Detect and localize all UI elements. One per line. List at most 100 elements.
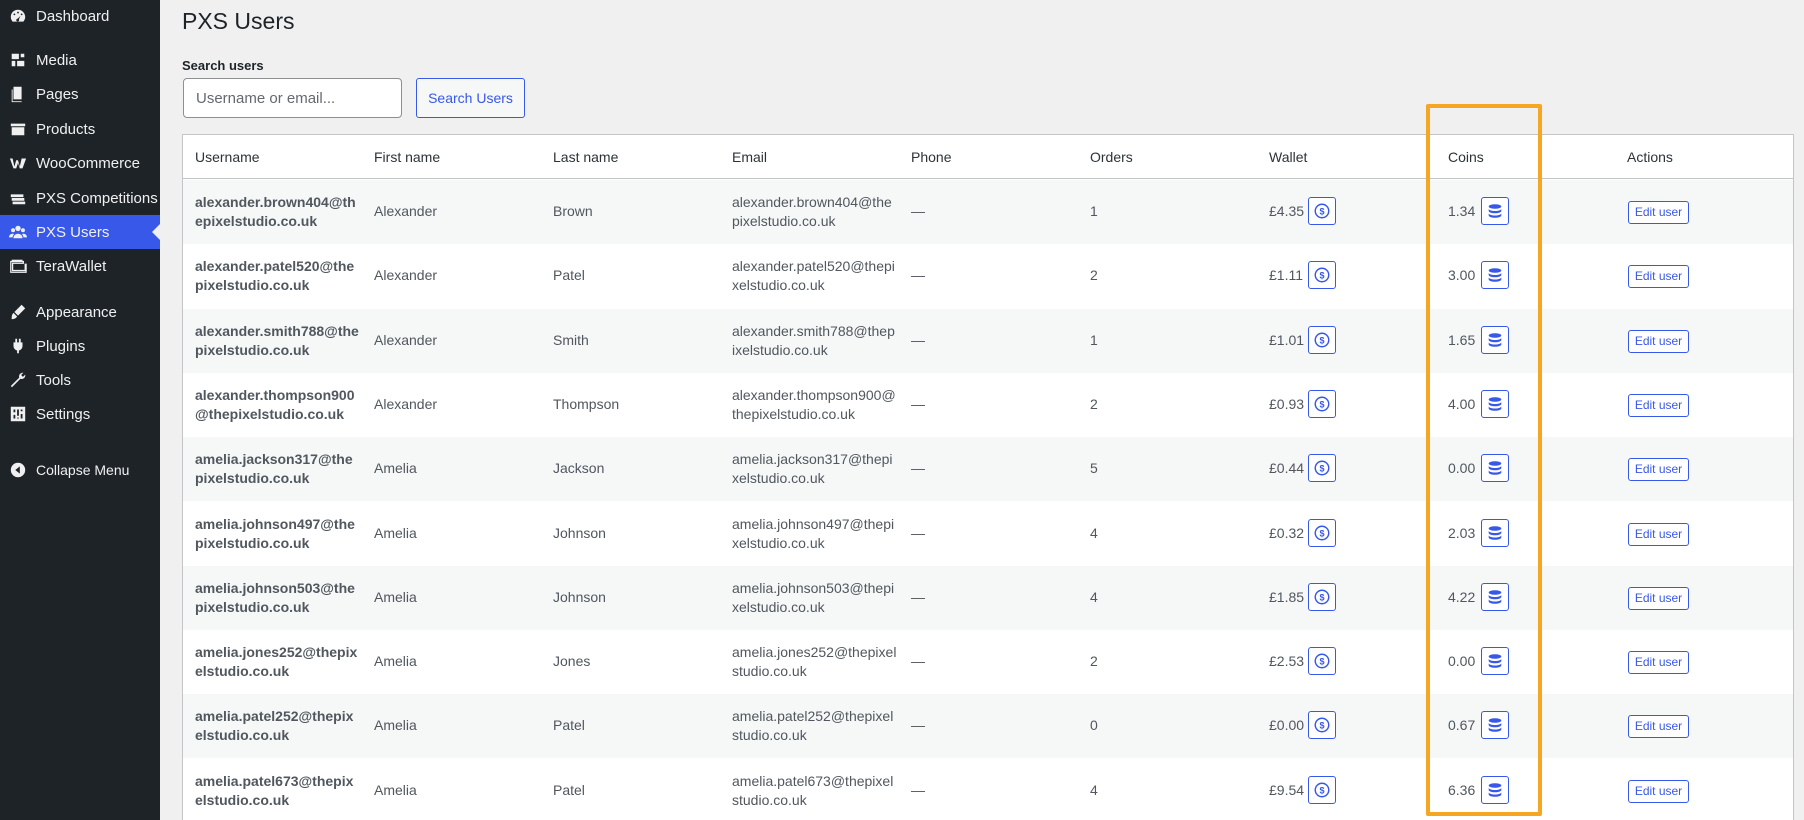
edit-user-button[interactable]: Edit user <box>1628 651 1689 675</box>
edit-user-button[interactable]: Edit user <box>1628 329 1689 353</box>
sidebar-item-appearance[interactable]: Appearance <box>0 295 160 329</box>
email-cell: amelia.jackson317@thepixelstudio.co.uk <box>732 451 893 487</box>
column-header-actions: Actions <box>1627 149 1673 165</box>
phone-cell: — <box>911 460 925 477</box>
wallet-adjust-button[interactable]: $ <box>1308 582 1336 611</box>
coins-adjust-button[interactable] <box>1481 325 1509 354</box>
column-header-orders[interactable]: Orders <box>1090 149 1133 165</box>
coins-cell: 0.00 <box>1448 653 1476 670</box>
coins-icon <box>1486 652 1504 670</box>
svg-text:$: $ <box>1319 785 1324 795</box>
settings-icon <box>0 405 36 423</box>
sidebar-item-pages[interactable]: Pages <box>0 77 160 111</box>
username-cell[interactable]: amelia.patel252@thepixelstudio.co.uk <box>195 707 360 745</box>
username-cell[interactable]: alexander.thompson900@thepixelstudio.co.… <box>195 386 360 424</box>
wallet-adjust-button[interactable]: $ <box>1308 325 1336 354</box>
coins-adjust-button[interactable] <box>1481 647 1509 676</box>
coins-cell: 0.00 <box>1448 460 1476 477</box>
username-cell[interactable]: amelia.patel673@thepixelstudio.co.uk <box>195 772 360 810</box>
svg-text:$: $ <box>1319 592 1324 602</box>
first-name-cell: Amelia <box>374 717 417 734</box>
username-cell[interactable]: amelia.jones252@thepixelstudio.co.uk <box>195 643 360 681</box>
coins-adjust-button[interactable] <box>1481 197 1509 225</box>
sidebar-item-media[interactable]: Media <box>0 43 160 77</box>
edit-user-button[interactable]: Edit user <box>1628 586 1689 610</box>
sidebar-item-terawallet[interactable]: TeraWallet <box>0 249 160 283</box>
edit-user-button[interactable]: Edit user <box>1628 715 1689 739</box>
last-name-cell: Thompson <box>553 395 620 412</box>
coins-adjust-button[interactable] <box>1481 261 1509 290</box>
coins-adjust-button[interactable] <box>1481 454 1509 483</box>
column-header-phone[interactable]: Phone <box>911 149 951 165</box>
column-header-username[interactable]: Username <box>195 149 260 165</box>
dashboard-icon <box>0 7 36 25</box>
edit-user-button[interactable]: Edit user <box>1628 779 1689 803</box>
wallet-icon: $ <box>1313 524 1331 542</box>
sidebar-item-plugins[interactable]: Plugins <box>0 329 160 363</box>
orders-cell: 2 <box>1090 395 1098 412</box>
first-name-cell: Alexander <box>374 203 438 219</box>
first-name-cell: Alexander <box>374 267 438 284</box>
column-header-last-name[interactable]: Last name <box>553 149 618 165</box>
wallet-adjust-button[interactable]: $ <box>1308 197 1336 225</box>
coins-adjust-button[interactable] <box>1481 775 1509 804</box>
first-name-cell: Amelia <box>374 653 417 670</box>
sidebar-item-dashboard[interactable]: Dashboard <box>0 0 160 33</box>
orders-cell: 0 <box>1090 717 1098 734</box>
page-title: PXS Users <box>182 8 295 34</box>
username-cell[interactable]: alexander.brown404@thepixelstudio.co.uk <box>195 193 360 231</box>
coins-cell: 3.00 <box>1448 267 1476 284</box>
wallet-adjust-button[interactable]: $ <box>1308 389 1336 418</box>
wallet-adjust-button[interactable]: $ <box>1308 518 1336 547</box>
wallet-adjust-button[interactable]: $ <box>1308 647 1336 676</box>
edit-user-button[interactable]: Edit user <box>1628 522 1689 546</box>
svg-text:$: $ <box>1319 207 1324 217</box>
edit-user-button[interactable]: Edit user <box>1628 393 1689 417</box>
wallet-adjust-button[interactable]: $ <box>1308 261 1336 290</box>
collapse-menu-button[interactable]: Collapse Menu <box>0 453 160 487</box>
email-cell: amelia.patel673@thepixelstudio.co.uk <box>732 772 894 808</box>
sidebar-item-label: Plugins <box>36 337 86 355</box>
collapse-icon <box>0 461 36 479</box>
username-cell[interactable]: alexander.patel520@thepixelstudio.co.uk <box>195 257 360 295</box>
column-header-email[interactable]: Email <box>732 149 767 165</box>
edit-user-button[interactable]: Edit user <box>1628 458 1689 482</box>
sidebar-item-label: Pages <box>36 85 79 103</box>
search-users-button[interactable]: Search Users <box>416 78 525 118</box>
username-cell[interactable]: amelia.johnson497@thepixelstudio.co.uk <box>195 515 360 553</box>
username-cell[interactable]: amelia.johnson503@thepixelstudio.co.uk <box>195 579 360 617</box>
sidebar-item-products[interactable]: Products <box>0 112 160 146</box>
svg-text:$: $ <box>1319 464 1324 474</box>
sidebar-item-settings[interactable]: Settings <box>0 397 160 431</box>
sidebar-item-pxs-users[interactable]: PXS Users <box>0 215 160 249</box>
wallet-icon: $ <box>1313 652 1331 670</box>
edit-user-button[interactable]: Edit user <box>1628 265 1689 289</box>
wallet-adjust-button[interactable]: $ <box>1308 454 1336 483</box>
search-input[interactable] <box>183 78 402 118</box>
coins-adjust-button[interactable] <box>1481 582 1509 611</box>
table-row: alexander.brown404@thepixelstudio.co.uk A… <box>183 180 1793 244</box>
table-row: amelia.patel673@thepixelstudio.co.uk Amel… <box>183 759 1793 820</box>
username-cell[interactable]: alexander.smith788@thepixelstudio.co.uk <box>195 322 360 360</box>
orders-cell: 1 <box>1090 331 1098 348</box>
table-row: amelia.johnson497@thepixelstudio.co.uk Am… <box>183 502 1793 566</box>
phone-cell: — <box>911 781 925 798</box>
sidebar-item-pxs-competitions[interactable]: PXS Competitions <box>0 181 160 215</box>
last-name-cell: Smith <box>553 331 589 348</box>
coins-adjust-button[interactable] <box>1481 711 1509 740</box>
coins-adjust-button[interactable] <box>1481 518 1509 547</box>
wallet-icon: $ <box>1313 202 1331 220</box>
sidebar-item-label: PXS Competitions <box>36 189 158 207</box>
coins-adjust-button[interactable] <box>1481 389 1509 418</box>
edit-user-button[interactable]: Edit user <box>1628 201 1689 224</box>
wallet-icon: $ <box>1313 459 1331 477</box>
column-header-first-name[interactable]: First name <box>374 149 440 165</box>
column-header-coins[interactable]: Coins <box>1448 149 1484 165</box>
orders-cell: 1 <box>1090 203 1098 219</box>
column-header-wallet[interactable]: Wallet <box>1269 149 1307 165</box>
sidebar-item-tools[interactable]: Tools <box>0 363 160 397</box>
wallet-adjust-button[interactable]: $ <box>1308 711 1336 740</box>
wallet-adjust-button[interactable]: $ <box>1308 775 1336 804</box>
sidebar-item-woocommerce[interactable]: WooCommerce <box>0 146 160 180</box>
username-cell[interactable]: amelia.jackson317@thepixelstudio.co.uk <box>195 450 360 488</box>
